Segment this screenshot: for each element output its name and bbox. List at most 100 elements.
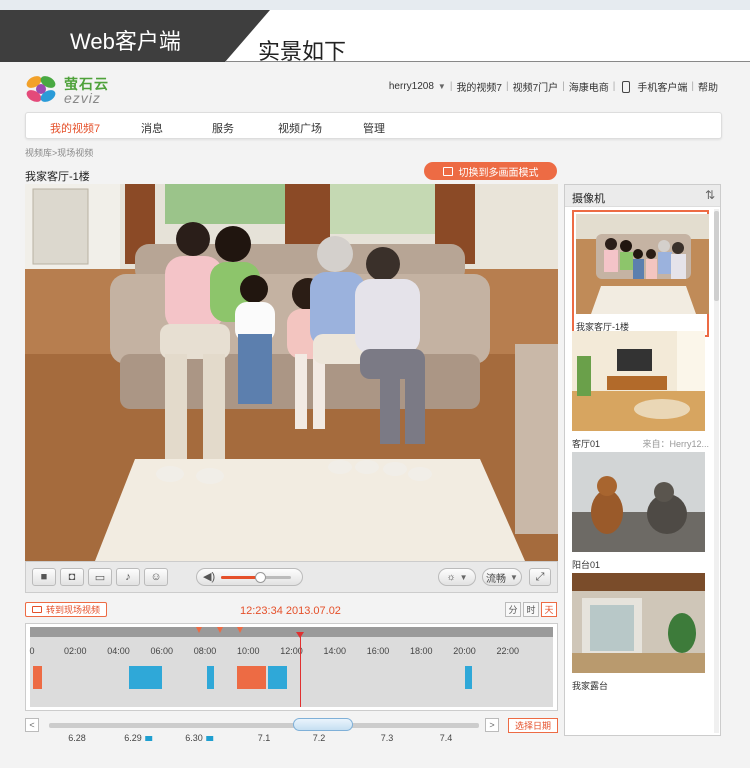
timeline-hour-label: 08:00 xyxy=(193,646,217,656)
camera-item[interactable]: 客厅01 来自：Herry12... xyxy=(572,331,709,450)
nav-services[interactable]: 服务 xyxy=(212,120,234,136)
camera-icon xyxy=(205,736,213,741)
recording-segment[interactable] xyxy=(237,666,266,689)
camera-thumbnail xyxy=(572,452,705,552)
date-thumb[interactable] xyxy=(293,718,353,731)
brightness-button[interactable]: ☼ ▼ xyxy=(438,568,476,586)
recording-segment[interactable] xyxy=(267,666,288,689)
microphone-icon[interactable]: ♪ xyxy=(116,568,140,586)
timeline-hour-label: 10:00 xyxy=(236,646,260,656)
prev-date-icon[interactable]: < xyxy=(25,718,39,732)
recording-segment[interactable] xyxy=(33,666,42,689)
timeline-track[interactable]: 0 02:00 04:00 06:00 08:00 10:00 12:00 14:00 16:0… xyxy=(29,627,553,707)
date-label[interactable]: 6.28 xyxy=(68,733,86,743)
camera-thumbnail xyxy=(572,573,705,673)
phone-icon xyxy=(622,80,631,93)
date-label[interactable]: 7.1 xyxy=(258,733,271,743)
camera-thumbnail xyxy=(572,331,705,431)
sidebar-scroll-thumb[interactable] xyxy=(714,211,719,301)
camera-item[interactable]: 我家客厅-1楼 xyxy=(572,210,709,337)
go-live-button[interactable]: 转到现场视频 xyxy=(25,602,107,617)
scale-day-button[interactable]: 天 xyxy=(541,602,557,617)
volume-fill xyxy=(221,576,260,579)
timeline-hour-label: 06:00 xyxy=(150,646,174,656)
scale-minute-button[interactable]: 分 xyxy=(505,602,521,617)
fullscreen-icon[interactable]: ⤢ xyxy=(529,568,551,586)
stream-quality-select[interactable]: 流畅 ▼ xyxy=(482,568,522,586)
camera-icon xyxy=(144,736,152,741)
main-nav: 我的视频7 消息 服务 视频广场 管理 xyxy=(25,112,722,139)
banner: Web客户端 实景如下 xyxy=(0,10,750,64)
date-track[interactable] xyxy=(49,723,479,728)
link-my-videos[interactable]: 我的视频7 xyxy=(456,79,502,94)
chevron-down-icon[interactable]: ▼ xyxy=(438,82,446,91)
volume-knob[interactable] xyxy=(254,572,266,583)
playhead-line[interactable] xyxy=(299,633,301,707)
nav-messages[interactable]: 消息 xyxy=(141,120,163,136)
next-date-icon[interactable]: > xyxy=(485,718,499,732)
camera-sidebar: 摄像机 ⇅ 我家客厅-1楼 客厅01 来自：Herry12... 阳台01 我家… xyxy=(564,184,721,736)
multi-view-button[interactable]: 切换到多画面模式 xyxy=(424,162,557,180)
refresh-icon[interactable]: ⇅ xyxy=(705,188,715,202)
volume-icon: ◀) xyxy=(203,571,216,583)
event-marker[interactable] xyxy=(195,627,202,633)
recording-segment[interactable] xyxy=(129,666,162,689)
brightness-icon: ☼ xyxy=(446,571,456,583)
timeline-hour-label: 16:00 xyxy=(366,646,390,656)
date-label[interactable]: 7.3 xyxy=(381,733,394,743)
nav-manage[interactable]: 管理 xyxy=(363,120,385,136)
timeline-scale-group: 分 时 天 xyxy=(505,602,557,617)
date-label[interactable]: 7.4 xyxy=(440,733,453,743)
link-store[interactable]: 海康电商 xyxy=(569,79,609,94)
player-controls: ■ ◘ ▭ ♪ ☺ ◀) ☼ ▼ 流畅 ▼ ⤢ xyxy=(25,561,558,593)
chevron-down-icon: ▼ xyxy=(510,572,518,582)
timeline-hour-label: 14:00 xyxy=(323,646,347,656)
banner-title: Web客户端 xyxy=(70,29,181,54)
logo-text-en: ezviz xyxy=(64,90,101,106)
live-video-view[interactable] xyxy=(25,184,558,561)
stop-icon[interactable]: ■ xyxy=(32,568,56,586)
ezviz-logo-icon[interactable] xyxy=(24,72,58,106)
breadcrumb[interactable]: 视频库>现场视频 xyxy=(25,146,93,159)
sidebar-title: 摄像机 xyxy=(572,193,605,205)
header-links: herry1208 ▼ | 我的视频7 | 视频7门户 | 海康电商 | 手机客… xyxy=(388,79,718,94)
timeline-hour-label: 20:00 xyxy=(453,646,476,656)
date-label[interactable]: 7.2 xyxy=(313,733,326,743)
timeline-hour-label: 18:00 xyxy=(409,646,433,656)
timeline-hour-label: 02:00 xyxy=(63,646,87,656)
camera-name: 阳台01 xyxy=(572,560,601,570)
record-icon[interactable]: ▭ xyxy=(88,568,112,586)
link-mobile-client[interactable]: 手机客户端 xyxy=(637,79,687,94)
camera-item[interactable]: 我家露台 xyxy=(572,573,709,692)
date-navigator: < > 选择日期 6.28 6.29 6.30 7.1 7.2 7.3 7.4 xyxy=(25,717,558,743)
timeline-hour-label: 0 xyxy=(29,646,35,656)
go-live-label: 转到现场视频 xyxy=(45,605,100,615)
date-label[interactable]: 6.29 xyxy=(124,733,152,743)
recording-segment[interactable] xyxy=(207,666,214,689)
select-date-button[interactable]: 选择日期 xyxy=(508,718,558,733)
playhead-handle[interactable] xyxy=(295,632,304,638)
link-portal[interactable]: 视频7门户 xyxy=(513,79,559,94)
date-label[interactable]: 6.30 xyxy=(185,733,213,743)
event-marker[interactable] xyxy=(236,627,243,633)
chevron-down-icon: ▼ xyxy=(459,572,468,582)
stream-quality-label: 流畅 xyxy=(486,573,507,585)
playback-timestamp: 12:23:34 2013.07.02 xyxy=(240,605,341,617)
camera-thumbnail xyxy=(576,214,709,314)
multi-view-label: 切换到多画面模式 xyxy=(458,167,539,179)
scale-hour-button[interactable]: 时 xyxy=(523,602,539,617)
recording-timeline[interactable]: 0 02:00 04:00 06:00 08:00 10:00 12:00 14:00 16:0… xyxy=(25,623,558,711)
nav-my-videos[interactable]: 我的视频7 xyxy=(50,120,100,136)
nav-video-plaza[interactable]: 视频广场 xyxy=(278,120,322,136)
talk-icon[interactable]: ☺ xyxy=(144,568,168,586)
link-help[interactable]: 帮助 xyxy=(698,79,718,94)
top-strip xyxy=(0,0,750,10)
snapshot-icon[interactable]: ◘ xyxy=(60,568,84,586)
recording-segment[interactable] xyxy=(464,666,473,689)
volume-slider[interactable]: ◀) xyxy=(196,568,303,586)
user-menu[interactable]: herry1208 xyxy=(389,81,434,92)
event-marker[interactable] xyxy=(217,627,224,633)
sidebar-header: 摄像机 ⇅ xyxy=(565,185,720,207)
app-page: 萤石云 ezviz herry1208 ▼ | 我的视频7 | 视频7门户 | … xyxy=(0,62,750,768)
camera-item[interactable]: 阳台01 xyxy=(572,452,709,571)
